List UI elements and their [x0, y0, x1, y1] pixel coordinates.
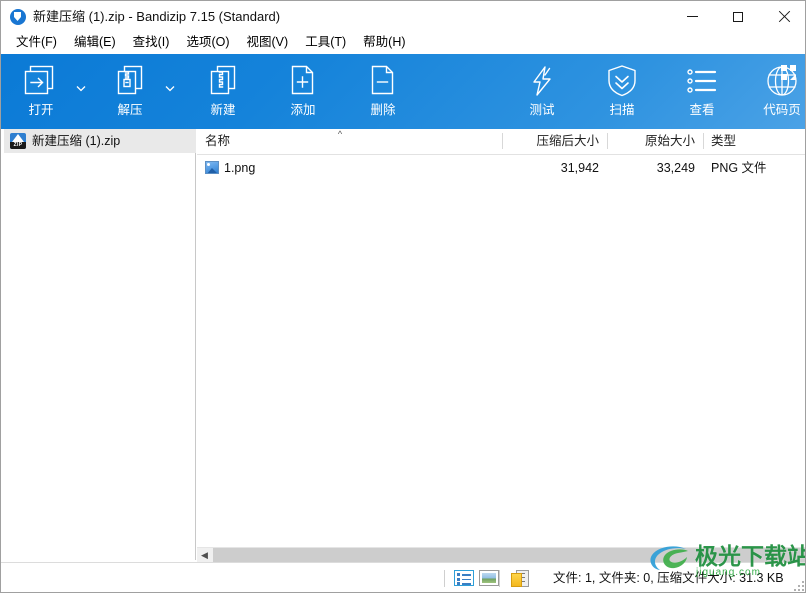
status-divider [444, 570, 445, 587]
toolbar-label-open: 打开 [28, 103, 54, 117]
toolbar-label-new: 新建 [210, 103, 236, 117]
status-bar: 文件: 1, 文件夹: 0, 压缩文件大小: 31.3 KB [1, 562, 805, 592]
new-archive-icon [205, 61, 241, 101]
menu-view[interactable]: 视图(V) [239, 33, 298, 53]
scroll-left-icon[interactable]: ◀ [197, 548, 212, 563]
view-list-icon [684, 61, 720, 101]
toolbar-button-delete[interactable]: 删除 [351, 59, 415, 127]
preview-button[interactable] [478, 569, 500, 587]
column-header-packed-size[interactable]: 压缩后大小 [502, 129, 607, 153]
toolbar-caret-extract[interactable] [162, 80, 178, 96]
extract-icon [112, 61, 148, 101]
horizontal-scroll-thumb[interactable] [213, 548, 805, 563]
column-divider[interactable] [502, 133, 503, 149]
menu-bar: 文件(F) 编辑(E) 查找(I) 选项(O) 视图(V) 工具(T) 帮助(H… [1, 32, 805, 54]
test-lightning-icon [525, 61, 559, 101]
sort-ascending-icon: ^ [337, 129, 343, 139]
cell-file-name-text: 1.png [224, 160, 256, 175]
content-area: 新建压缩 (1).zip 名称 压缩后大小 原始大小 类型 ^ 1.png [1, 129, 805, 560]
toolbar-label-view: 查看 [689, 103, 715, 117]
cell-original-size: 33,249 [656, 160, 695, 175]
delete-file-icon [365, 61, 401, 101]
column-header-original-size[interactable]: 原始大小 [607, 129, 703, 153]
toolbar-label-delete: 删除 [370, 103, 396, 117]
toolbar-label-scan: 扫描 [609, 103, 635, 117]
close-icon [778, 11, 790, 23]
toolbar-button-open[interactable]: 打开 [9, 59, 73, 127]
list-view-icon [454, 570, 474, 586]
scan-shield-icon [604, 61, 640, 101]
zip-archive-icon [10, 133, 26, 149]
toolbar-button-view[interactable]: 查看 [670, 59, 734, 127]
tree-item-archive-root[interactable]: 新建压缩 (1).zip [4, 129, 196, 153]
window-title: 新建压缩 (1).zip - Bandizip 7.15 (Standard) [33, 8, 281, 24]
toolbar-caret-open[interactable] [73, 80, 89, 96]
toolbar-button-extract[interactable]: 解压 [98, 59, 162, 127]
add-file-icon [285, 61, 321, 101]
column-header-name[interactable]: 名称 [197, 129, 502, 153]
status-text: 文件: 1, 文件夹: 0, 压缩文件大小: 31.3 KB [553, 571, 784, 585]
menu-options[interactable]: 选项(O) [178, 33, 238, 53]
minimize-icon [686, 16, 698, 17]
bandizip-logo-icon [10, 8, 26, 25]
detail-view-button[interactable] [453, 569, 475, 587]
bandizip-window: 新建压缩 (1).zip - Bandizip 7.15 (Standard) … [0, 0, 806, 593]
toolbar-button-test[interactable]: 测试 [510, 59, 574, 127]
toolbar: 打开 解压 新建 添加 删除 测试 扫描 查看 代码页 [1, 54, 805, 129]
close-button[interactable] [761, 1, 805, 32]
toolbar-button-new[interactable]: 新建 [191, 59, 255, 127]
menu-help[interactable]: 帮助(H) [355, 33, 414, 53]
tree-item-label: 新建压缩 (1).zip [32, 134, 121, 148]
menu-find[interactable]: 查找(I) [125, 33, 179, 53]
toolbar-label-test: 测试 [529, 103, 555, 117]
toolbar-label-codepage: 代码页 [763, 103, 801, 117]
title-bar: 新建压缩 (1).zip - Bandizip 7.15 (Standard) [1, 1, 805, 32]
image-preview-icon [479, 570, 499, 586]
horizontal-scrollbar[interactable]: ◀ [197, 547, 805, 563]
maximize-button[interactable] [715, 1, 761, 32]
file-list-panel: 名称 压缩后大小 原始大小 类型 ^ 1.png 31,942 33,249 P… [197, 129, 805, 560]
column-divider[interactable] [703, 133, 704, 149]
menu-edit[interactable]: 编辑(E) [66, 33, 125, 53]
tree-left-strip [1, 129, 4, 560]
menu-file[interactable]: 文件(F) [8, 33, 66, 53]
toolbar-label-add: 添加 [290, 103, 316, 117]
folder-icon [510, 569, 530, 587]
cell-file-name: 1.png [197, 157, 502, 178]
column-divider[interactable] [607, 133, 608, 149]
menu-tools[interactable]: 工具(T) [297, 33, 355, 53]
png-file-icon [205, 161, 219, 174]
window-controls [669, 1, 805, 32]
folder-tree-panel: 新建压缩 (1).zip [1, 129, 196, 560]
toolbar-button-add[interactable]: 添加 [271, 59, 335, 127]
toolbar-button-scan[interactable]: 扫描 [590, 59, 654, 127]
minimize-button[interactable] [669, 1, 715, 32]
cell-file-type: PNG 文件 [711, 160, 767, 175]
maximize-icon [733, 11, 743, 22]
column-header-row: 名称 压缩后大小 原始大小 类型 ^ [197, 129, 805, 155]
toolbar-label-extract: 解压 [117, 103, 143, 117]
table-row[interactable]: 1.png 31,942 33,249 PNG 文件 [197, 157, 805, 178]
resize-grip-icon[interactable] [792, 579, 804, 591]
open-archive-icon [23, 61, 59, 101]
toolbar-expand-icon[interactable] [778, 62, 798, 82]
column-header-type[interactable]: 类型 [703, 129, 805, 153]
cell-packed-size: 31,942 [560, 160, 599, 175]
folder-view-button[interactable] [509, 569, 531, 587]
